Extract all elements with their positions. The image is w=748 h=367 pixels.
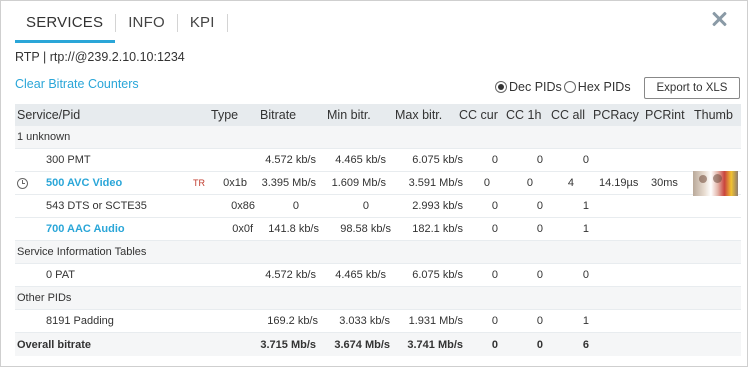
total-cc-1h-value: 0 — [536, 338, 543, 351]
pid-type: 0x0f — [232, 223, 253, 235]
tab-divider — [226, 14, 228, 32]
max-bitrate-value: 3.591 Mb/s — [408, 177, 463, 189]
bitrate-value: 4.572 kb/s — [265, 269, 316, 281]
col-bitrate[interactable]: Bitrate — [260, 104, 296, 126]
hex-pids-radio[interactable] — [563, 81, 576, 93]
video-thumbnail[interactable] — [693, 170, 738, 196]
cc-1h-value: 0 — [536, 223, 543, 235]
min-bitrate-value: 1.609 Mb/s — [331, 177, 386, 189]
max-bitrate-value: 1.931 Mb/s — [408, 315, 463, 327]
max-bitrate-value: 6.075 kb/s — [412, 154, 463, 166]
cc-all-value: 0 — [582, 154, 589, 166]
cc-cur-value: 0 — [491, 200, 498, 212]
pid-type: 0x1b — [223, 177, 247, 189]
stream-source: RTP | rtp://@239.2.10.10:1234 — [15, 50, 185, 64]
table-row[interactable]: 300 PMT 4.572 kb/s 4.465 kb/s 6.075 kb/s… — [15, 149, 741, 172]
hex-pids-label: Hex PIDs — [577, 80, 631, 94]
bitrate-value: 141.8 kb/s — [268, 223, 319, 235]
group-row: Service Information Tables — [15, 241, 741, 264]
min-bitrate-value: 0 — [362, 200, 369, 212]
bitrate-value: 3.395 Mb/s — [261, 177, 316, 189]
table-row[interactable]: 500 AVC Video TR 0x1b 3.395 Mb/s 1.609 M… — [15, 170, 741, 196]
table-row[interactable]: 700 AAC Audio 0x0f 141.8 kb/s 98.58 kb/s… — [15, 218, 741, 241]
pid-name: 543 DTS or SCTE35 — [46, 200, 147, 212]
total-label: Overall bitrate — [17, 338, 91, 351]
col-service-pid[interactable]: Service/Pid — [17, 104, 80, 126]
total-bitrate-value: 3.715 Mb/s — [260, 338, 316, 351]
cc-all-value: 1 — [582, 223, 589, 235]
table-row[interactable]: 0 PAT 4.572 kb/s 4.465 kb/s 6.075 kb/s 0… — [15, 264, 741, 287]
cc-all-value: 0 — [582, 269, 589, 281]
cc-all-value: 1 — [582, 315, 589, 327]
pcr-interval-value: 30ms — [651, 177, 678, 189]
services-table: Service/Pid Type Bitrate Min bitr. Max b… — [15, 104, 741, 356]
dec-pids-label: Dec PIDs — [509, 80, 562, 94]
services-panel: SERVICES INFO KPI RTP | rtp://@239.2.10.… — [0, 0, 748, 367]
cc-1h-value: 0 — [526, 177, 533, 189]
col-pcr-interval[interactable]: PCRint — [645, 104, 685, 126]
thumbnail-image — [693, 170, 738, 196]
total-row: Overall bitrate 3.715 Mb/s 3.674 Mb/s 3.… — [15, 333, 741, 356]
group-label: Other PIDs — [17, 292, 72, 304]
cc-all-value: 1 — [582, 200, 589, 212]
pid-link[interactable]: 700 AAC Audio — [46, 218, 125, 240]
total-cc-all-value: 6 — [582, 338, 589, 351]
total-cc-cur-value: 0 — [491, 338, 498, 351]
tab-bar: SERVICES INFO KPI — [15, 3, 228, 43]
bitrate-value: 0 — [292, 200, 299, 212]
col-max-bitrate[interactable]: Max bitr. — [395, 104, 442, 126]
pid-name: 300 PMT — [46, 154, 91, 166]
clear-bitrate-counters-link[interactable]: Clear Bitrate Counters — [15, 77, 139, 91]
bitrate-value: 4.572 kb/s — [265, 154, 316, 166]
col-cc-cur[interactable]: CC cur — [459, 104, 498, 126]
clock-icon — [17, 172, 28, 194]
col-type[interactable]: Type — [211, 104, 238, 126]
min-bitrate-value: 3.033 kb/s — [339, 315, 390, 327]
cc-all-value: 4 — [567, 177, 574, 189]
cc-1h-value: 0 — [536, 269, 543, 281]
pid-format-selector: Dec PIDs Hex PIDs — [495, 80, 633, 94]
max-bitrate-value: 6.075 kb/s — [412, 269, 463, 281]
col-cc-1h[interactable]: CC 1h — [506, 104, 541, 126]
col-thumbnail[interactable]: Thumb — [694, 104, 733, 126]
table-row[interactable]: 543 DTS or SCTE35 0x86 0 0 2.993 kb/s 0 … — [15, 195, 741, 218]
col-min-bitrate[interactable]: Min bitr. — [327, 104, 371, 126]
table-header: Service/Pid Type Bitrate Min bitr. Max b… — [15, 104, 741, 126]
max-bitrate-value: 182.1 kb/s — [412, 223, 463, 235]
pid-name: 0 PAT — [46, 269, 75, 281]
max-bitrate-value: 2.993 kb/s — [412, 200, 463, 212]
tab-info[interactable]: INFO — [116, 7, 177, 39]
total-min-bitrate-value: 3.674 Mb/s — [334, 338, 390, 351]
min-bitrate-value: 4.465 kb/s — [335, 154, 386, 166]
pid-name: 8191 Padding — [46, 315, 114, 327]
cc-cur-value: 0 — [491, 315, 498, 327]
group-row: 1 unknown — [15, 126, 741, 149]
group-row: Other PIDs — [15, 287, 741, 310]
cc-cur-value: 0 — [483, 177, 490, 189]
cc-cur-value: 0 — [491, 269, 498, 281]
cc-cur-value: 0 — [491, 223, 498, 235]
cc-cur-value: 0 — [491, 154, 498, 166]
tab-kpi[interactable]: KPI — [178, 7, 227, 39]
close-icon[interactable] — [711, 11, 727, 27]
bitrate-value: 169.2 kb/s — [267, 315, 318, 327]
dec-pids-radio[interactable] — [495, 81, 507, 93]
pcr-accuracy-value: 14.19µs — [599, 177, 639, 189]
cc-1h-value: 0 — [536, 315, 543, 327]
group-label: 1 unknown — [17, 131, 71, 143]
pid-link[interactable]: 500 AVC Video — [46, 172, 122, 194]
cc-1h-value: 0 — [536, 200, 543, 212]
total-max-bitrate-value: 3.741 Mb/s — [407, 338, 463, 351]
tab-services[interactable]: SERVICES — [15, 7, 116, 43]
min-bitrate-value: 98.58 kb/s — [340, 223, 391, 235]
min-bitrate-value: 4.465 kb/s — [335, 269, 386, 281]
cc-1h-value: 0 — [536, 154, 543, 166]
col-pcr-accuracy[interactable]: PCRacy — [593, 104, 639, 126]
export-to-xls-button[interactable]: Export to XLS — [644, 77, 740, 99]
col-cc-all[interactable]: CC all — [551, 104, 585, 126]
tr-badge: TR — [193, 178, 205, 188]
table-row[interactable]: 8191 Padding 169.2 kb/s 3.033 kb/s 1.931… — [15, 310, 741, 333]
group-label: Service Information Tables — [17, 246, 147, 258]
